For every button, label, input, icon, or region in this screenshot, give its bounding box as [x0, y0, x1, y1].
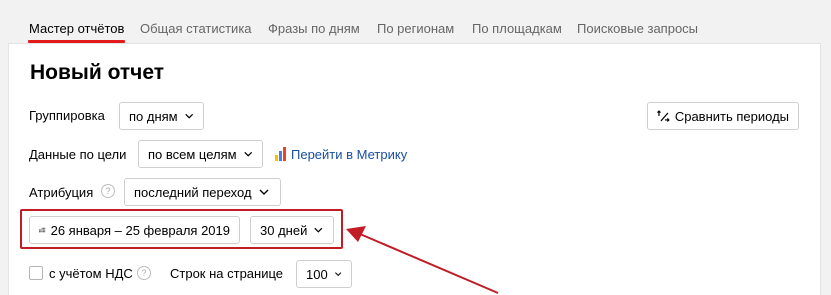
rows-per-page-value: 100 [306, 266, 328, 282]
goals-value: по всем целям [148, 146, 237, 162]
tab-general-stats[interactable]: Общая статистика [140, 21, 252, 36]
chevron-down-icon [259, 189, 269, 195]
rows-per-page-select[interactable]: 100 [296, 260, 352, 288]
compare-periods-icon [657, 110, 670, 122]
attribution-select[interactable]: последний переход [124, 178, 281, 206]
tab-bar: Мастер отчётов Общая статистика Фразы по… [0, 0, 831, 43]
tab-search-queries[interactable]: Поисковые запросы [577, 21, 698, 36]
goals-select[interactable]: по всем целям [138, 140, 263, 168]
vat-help-icon[interactable]: ? [137, 266, 151, 280]
chevron-down-icon [184, 113, 193, 119]
grouping-select[interactable]: по дням [119, 102, 204, 130]
goals-label: Данные по цели [29, 147, 127, 162]
tab-report-wizard[interactable]: Мастер отчётов [29, 21, 124, 36]
attribution-label: Атрибуция [29, 185, 94, 200]
vat-checkbox[interactable] [29, 266, 43, 280]
chevron-down-icon [243, 151, 252, 157]
compare-periods-button[interactable]: Сравнить периоды [647, 102, 799, 130]
tab-by-platform[interactable]: По площадкам [472, 21, 562, 36]
annotation-highlight-box [20, 209, 343, 249]
compare-periods-label: Сравнить периоды [674, 108, 789, 124]
chevron-down-icon [334, 272, 341, 277]
tab-by-region[interactable]: По регионам [377, 21, 454, 36]
rows-per-page-label: Строк на странице [170, 266, 284, 281]
page-title: Новый отчет [30, 61, 165, 84]
attribution-value: последний переход [134, 184, 252, 200]
metrika-link[interactable]: Перейти в Метрику [275, 146, 407, 162]
metrika-link-label: Перейти в Метрику [291, 146, 408, 162]
tab-phrases-by-day[interactable]: Фразы по дням [268, 21, 360, 36]
grouping-label: Группировка [29, 108, 105, 123]
vat-label: с учётом НДС [49, 266, 133, 281]
metrika-icon [275, 147, 286, 161]
attribution-help-icon[interactable]: ? [101, 184, 115, 198]
grouping-value: по дням [129, 108, 178, 124]
